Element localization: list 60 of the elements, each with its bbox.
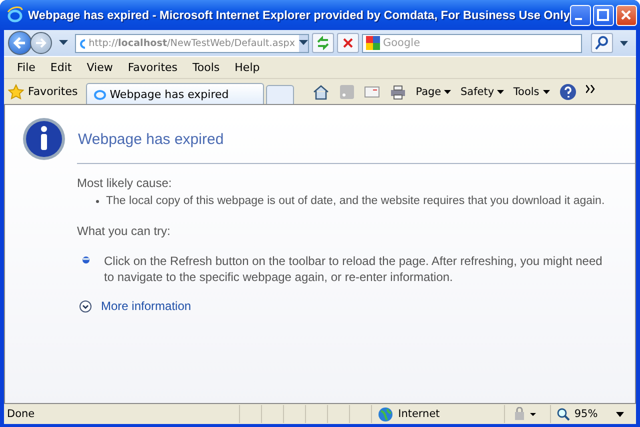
page-heading: Webpage has expired [78, 130, 224, 148]
left-arrow-icon [12, 35, 28, 51]
chevron-icon[interactable] [586, 82, 595, 96]
suggestion-text: Click on the Refresh button on the toolbar to reload the page. After refreshing, you might need to navigate to the specific webpage again, or re-enter information. [104, 253, 604, 285]
dropdown-caret-icon[interactable] [59, 40, 68, 46]
minimize-icon [574, 18, 582, 20]
minimize-button[interactable] [570, 4, 591, 26]
bullet-icon [82, 256, 90, 264]
cause-item: The local copy of this webpage is out of date, and the website requires that you download it again. [106, 195, 605, 207]
dropdown-caret-icon [542, 90, 550, 94]
menu-item[interactable]: Edit [50, 61, 72, 74]
help-icon[interactable] [558, 82, 577, 100]
menu-item[interactable]: Favorites [128, 61, 178, 74]
bullet-icon [96, 200, 99, 202]
forward-button[interactable] [30, 32, 52, 54]
envelope-icon[interactable] [364, 86, 380, 98]
right-arrow-icon [34, 36, 48, 50]
window-title: Webpage has expired - Microsoft Internet Explorer provided by Comdata, For Business Use Only [28, 8, 570, 22]
refresh-button[interactable] [312, 33, 334, 53]
section-title: Most likely cause: [77, 176, 173, 190]
search-field[interactable]: Google [362, 34, 582, 52]
command-menu[interactable]: Tools [513, 86, 550, 98]
expand-circle-icon[interactable] [79, 300, 92, 312]
dropdown-caret-icon [616, 412, 624, 416]
magnifier-icon [557, 408, 570, 420]
dropdown-caret-icon [497, 90, 504, 94]
star-icon [8, 84, 24, 100]
browser-logo-icon [6, 6, 24, 24]
dropdown-caret-icon [444, 90, 452, 94]
menu-item[interactable]: View [86, 61, 113, 74]
zoom-control[interactable]: 95% [550, 405, 636, 423]
close-button[interactable] [616, 4, 637, 26]
command-menu[interactable]: Page [416, 86, 452, 98]
search-provider-icon [366, 36, 380, 50]
back-button[interactable] [8, 31, 32, 55]
address-field[interactable]: http://localhost/NewTestWeb/Default.aspx [75, 34, 309, 52]
more-information-link[interactable]: More information [101, 299, 192, 313]
dropdown-caret-icon [299, 40, 308, 46]
menu-item[interactable]: File [17, 61, 36, 74]
browser-tab[interactable]: Webpage has expired [86, 83, 264, 104]
search-icon [595, 36, 609, 50]
status-text: Done [6, 408, 36, 420]
info-icon [22, 117, 66, 161]
command-menu[interactable]: Safety [460, 86, 504, 98]
close-icon [620, 9, 632, 21]
dropdown-caret-icon[interactable] [620, 40, 628, 46]
maximize-button[interactable] [592, 4, 614, 26]
stop-button[interactable] [337, 33, 359, 53]
globe-icon [378, 406, 394, 422]
stop-x-icon [342, 37, 354, 49]
menu-item[interactable]: Tools [192, 61, 220, 74]
printer-icon[interactable] [388, 84, 407, 100]
refresh-arrows-icon [316, 36, 330, 50]
security-zone: Internet [398, 408, 440, 420]
maximize-icon [597, 9, 610, 21]
search-button[interactable] [591, 33, 613, 53]
section-title: What you can try: [77, 224, 172, 238]
favorites-button[interactable]: Favorites [4, 80, 86, 102]
menu-item[interactable]: Help [234, 61, 260, 74]
home-icon[interactable] [312, 84, 330, 100]
